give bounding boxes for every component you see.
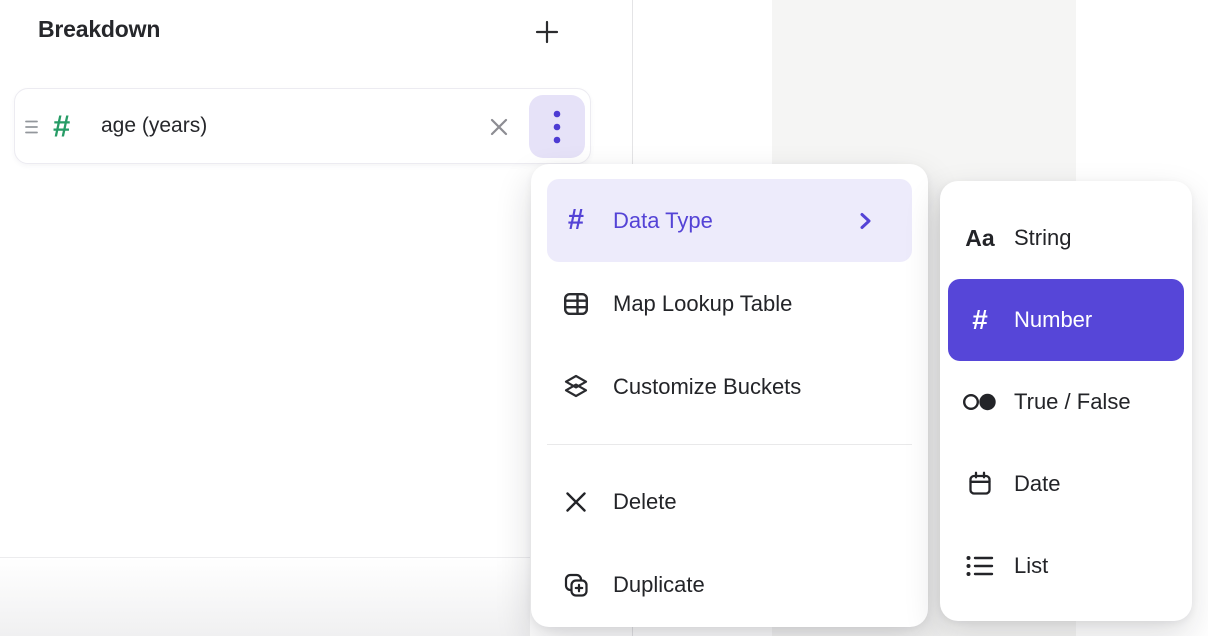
- menu-item-label: Map Lookup Table: [613, 291, 792, 317]
- submenu-item-number[interactable]: # Number: [948, 279, 1184, 361]
- menu-item-customize-buckets[interactable]: Customize Buckets: [547, 345, 912, 428]
- page-title: Breakdown: [38, 16, 160, 43]
- string-aa-icon: Aa: [962, 227, 998, 250]
- add-breakdown-button[interactable]: [527, 11, 567, 53]
- menu-item-label: Customize Buckets: [613, 374, 801, 400]
- menu-item-delete[interactable]: Delete: [547, 460, 912, 543]
- close-icon: [486, 114, 512, 140]
- field-options-button[interactable]: [529, 95, 585, 158]
- submenu-item-date[interactable]: Date: [948, 443, 1184, 525]
- submenu-item-label: String: [1014, 225, 1071, 251]
- hash-icon: #: [559, 206, 593, 235]
- drag-handle-icon[interactable]: [21, 115, 43, 139]
- menu-item-label: Duplicate: [613, 572, 705, 598]
- field-name: age (years): [101, 114, 207, 138]
- duplicate-icon: [559, 571, 593, 599]
- kebab-menu-icon: [553, 110, 561, 144]
- field-context-menu: # Data Type Map Lookup Table Customize B…: [531, 164, 928, 627]
- number-type-hash-icon: #: [53, 111, 70, 142]
- footer-shadow: [0, 558, 530, 636]
- layers-icon: [559, 373, 593, 401]
- remove-field-button[interactable]: [485, 113, 513, 141]
- menu-divider: [547, 444, 912, 445]
- list-icon: [962, 553, 998, 579]
- x-icon: [559, 489, 593, 515]
- menu-item-duplicate[interactable]: Duplicate: [547, 543, 912, 626]
- menu-item-label: Delete: [613, 489, 677, 515]
- toggle-circles-icon: [962, 391, 998, 413]
- menu-item-map-lookup-table[interactable]: Map Lookup Table: [547, 262, 912, 345]
- breakdown-field-chip[interactable]: # age (years): [14, 88, 591, 164]
- calendar-icon: [962, 470, 998, 498]
- submenu-item-label: Date: [1014, 471, 1060, 497]
- submenu-item-string[interactable]: Aa String: [948, 197, 1184, 279]
- table-icon: [559, 290, 593, 318]
- menu-item-label: Data Type: [613, 208, 713, 234]
- submenu-item-true-false[interactable]: True / False: [948, 361, 1184, 443]
- hash-icon: #: [962, 306, 998, 334]
- chevron-right-icon: [854, 210, 876, 232]
- submenu-item-label: Number: [1014, 307, 1092, 333]
- submenu-item-label: List: [1014, 553, 1048, 579]
- plus-icon: [533, 18, 561, 46]
- submenu-item-label: True / False: [1014, 389, 1131, 415]
- data-type-submenu: Aa String # Number True / False Date: [940, 181, 1192, 621]
- submenu-item-list[interactable]: List: [948, 525, 1184, 607]
- menu-item-data-type[interactable]: # Data Type: [547, 179, 912, 262]
